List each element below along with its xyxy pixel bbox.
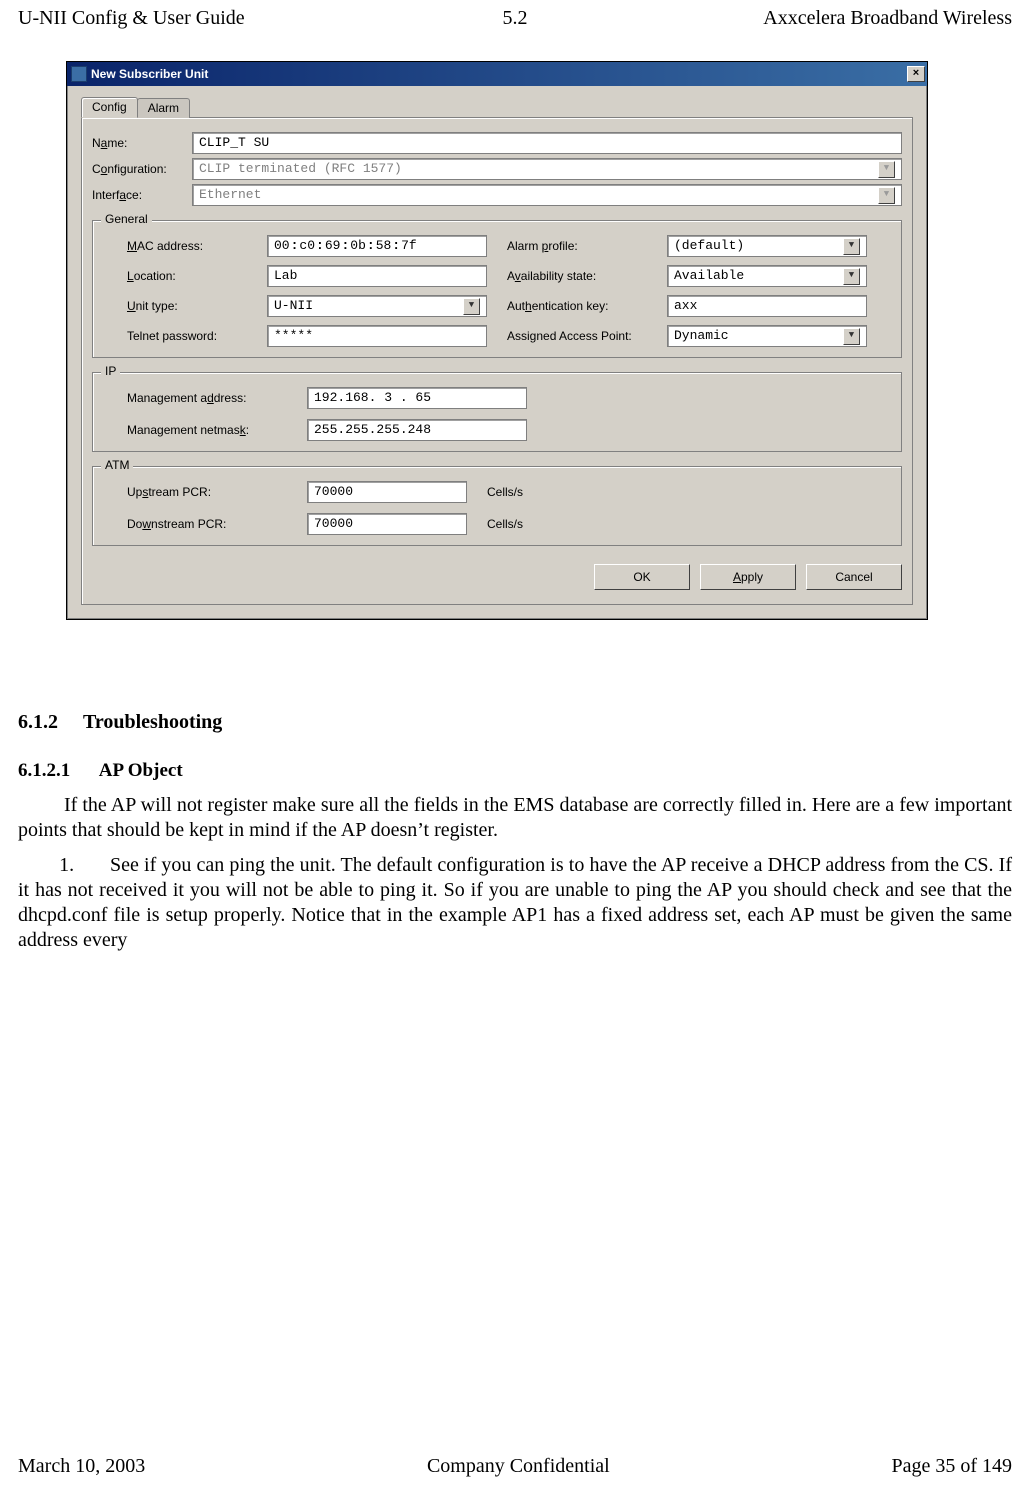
cancel-button[interactable]: Cancel <box>806 564 902 590</box>
chevron-down-icon: ▼ <box>843 328 860 345</box>
ok-button[interactable]: OK <box>594 564 690 590</box>
paragraph-intro: If the AP will not register make sure al… <box>18 793 1012 843</box>
legend-atm: ATM <box>101 458 133 473</box>
chevron-down-icon: ▼ <box>843 268 860 285</box>
header-left: U-NII Config & User Guide <box>18 6 245 31</box>
mac-input[interactable]: 00:c0:69:0b:58:7f <box>267 235 487 257</box>
name-input[interactable]: CLIP_T SU <box>192 132 902 154</box>
list-text: See if you can ping the unit. The defaul… <box>18 854 1012 951</box>
interface-label: Interface: <box>92 188 192 203</box>
tab-config-label: Config <box>92 100 127 114</box>
unit-type-select[interactable]: U-NII▼ <box>267 295 487 317</box>
footer-center: Company Confidential <box>145 1454 891 1479</box>
upstream-pcr-label: Upstream PCR: <box>127 485 287 500</box>
auth-key-label: Authentication key: <box>507 299 647 314</box>
tab-panel-config: Name: CLIP_T SU Configuration: CLIP term… <box>81 117 913 605</box>
close-button[interactable]: × <box>907 66 925 82</box>
downstream-pcr-label: Downstream PCR: <box>127 517 287 532</box>
chevron-down-icon: ▼ <box>843 238 860 255</box>
titlebar[interactable]: New Subscriber Unit × <box>67 62 927 86</box>
tab-alarm-label: Alarm <box>148 101 179 115</box>
header-right: Axxcelera Broadband Wireless <box>763 6 1012 31</box>
footer-left: March 10, 2003 <box>18 1454 145 1479</box>
footer-right: Page 35 of 149 <box>891 1454 1012 1479</box>
tab-alarm[interactable]: Alarm <box>137 98 190 118</box>
mgmt-netmask-label: Management netmask: <box>127 423 287 438</box>
availability-select[interactable]: Available▼ <box>667 265 867 287</box>
location-label: Location: <box>127 269 247 284</box>
group-general: General MAC address: 00:c0:69:0b:58:7f A… <box>92 220 902 358</box>
auth-key-input[interactable]: axx <box>667 295 867 317</box>
assigned-ap-label: Assigned Access Point: <box>507 329 647 344</box>
app-icon <box>71 66 87 82</box>
configuration-select[interactable]: CLIP terminated (RFC 1577) ▼ <box>192 158 902 180</box>
assigned-ap-select[interactable]: Dynamic▼ <box>667 325 867 347</box>
chevron-down-icon: ▼ <box>878 187 895 204</box>
alarm-profile-label: Alarm profile: <box>507 239 647 254</box>
downstream-unit: Cells/s <box>487 517 547 532</box>
heading-6-1-2-1: 6.1.2.1 AP Object <box>18 759 1012 783</box>
chevron-down-icon: ▼ <box>463 298 480 315</box>
legend-ip: IP <box>101 364 120 379</box>
mac-label: MAC address: <box>127 239 247 254</box>
name-label: Name: <box>92 136 192 151</box>
mgmt-address-input[interactable]: 192.168. 3 . 65 <box>307 387 527 409</box>
upstream-unit: Cells/s <box>487 485 547 500</box>
availability-label: Availability state: <box>507 269 647 284</box>
chevron-down-icon: ▼ <box>878 161 895 178</box>
configuration-label: Configuration: <box>92 162 192 177</box>
telnet-password-input[interactable]: ***** <box>267 325 487 347</box>
window-title: New Subscriber Unit <box>91 67 208 82</box>
tab-config[interactable]: Config <box>81 97 138 118</box>
tab-row: Config Alarm <box>81 96 913 118</box>
group-atm: ATM Upstream PCR: 70000 Cells/s Downstre… <box>92 466 902 546</box>
apply-button[interactable]: Apply <box>700 564 796 590</box>
dialog-new-subscriber-unit: New Subscriber Unit × Config Alarm Name:… <box>66 61 928 620</box>
legend-general: General <box>101 212 152 227</box>
telnet-label: Telnet password: <box>127 329 247 344</box>
group-ip: IP Management address: 192.168. 3 . 65 M… <box>92 372 902 452</box>
alarm-profile-select[interactable]: (default)▼ <box>667 235 867 257</box>
interface-select: Ethernet ▼ <box>192 184 902 206</box>
heading-6-1-2: 6.1.2 Troubleshooting <box>18 710 1012 735</box>
upstream-pcr-input[interactable]: 70000 <box>307 481 467 503</box>
mgmt-address-label: Management address: <box>127 391 287 406</box>
downstream-pcr-input[interactable]: 70000 <box>307 513 467 535</box>
location-input[interactable]: Lab <box>267 265 487 287</box>
mgmt-netmask-input[interactable]: 255.255.255.248 <box>307 419 527 441</box>
list-item-1: 1. See if you can ping the unit. The def… <box>18 853 1012 953</box>
unit-type-label: Unit type: <box>127 299 247 314</box>
list-number: 1. <box>59 854 74 876</box>
